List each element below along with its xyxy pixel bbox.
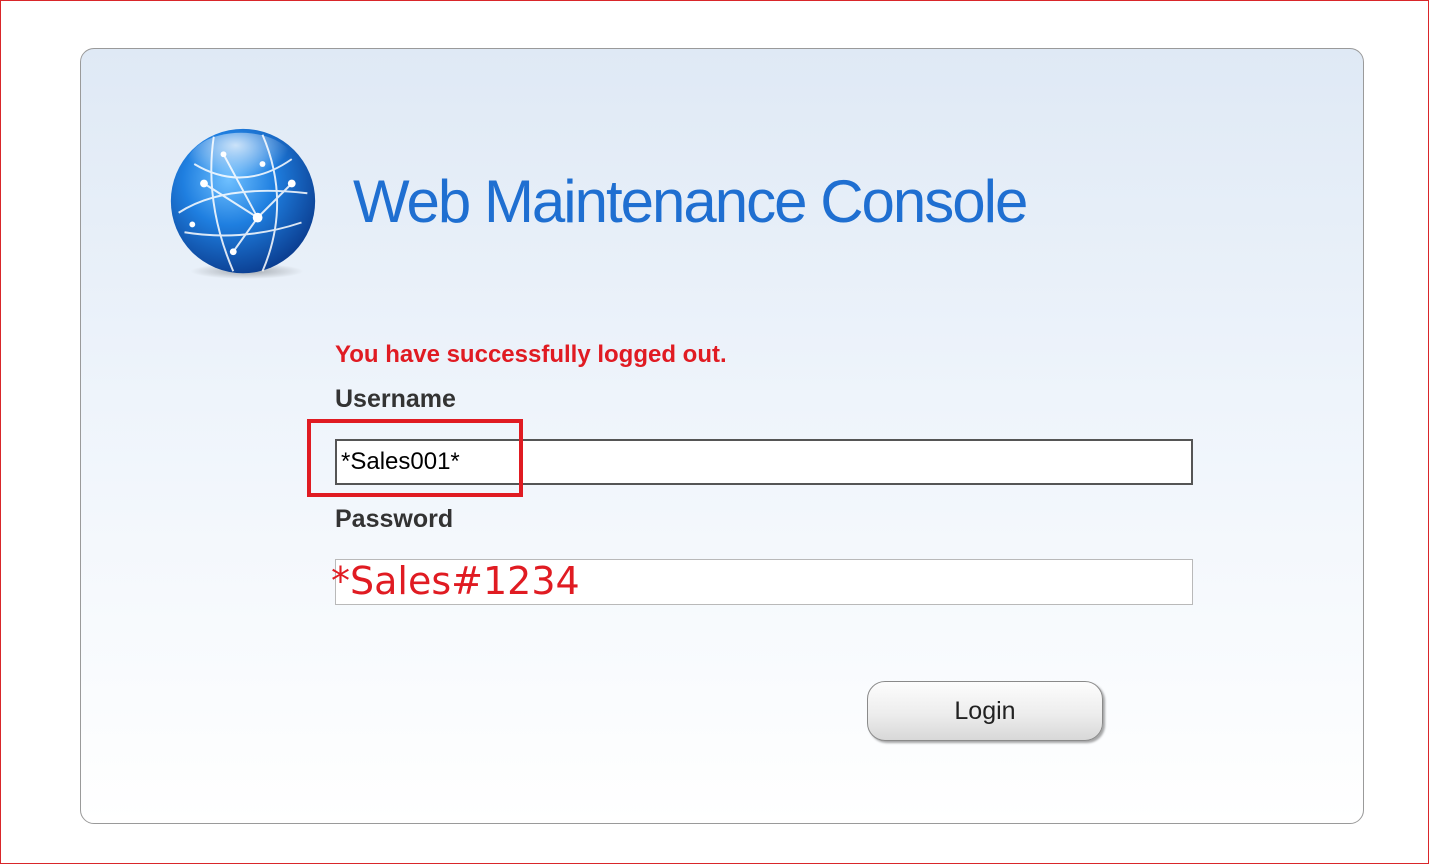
login-panel: Web Maintenance Console You have success…: [80, 48, 1364, 824]
username-input[interactable]: [335, 439, 1193, 485]
password-input[interactable]: [335, 559, 1193, 605]
page-title: Web Maintenance Console: [353, 168, 1028, 235]
globe-network-icon: [170, 128, 316, 280]
login-button[interactable]: Login: [867, 681, 1103, 741]
password-label: Password: [335, 505, 454, 533]
username-label: Username: [335, 385, 456, 413]
logout-status-message: You have successfully logged out.: [335, 341, 727, 368]
